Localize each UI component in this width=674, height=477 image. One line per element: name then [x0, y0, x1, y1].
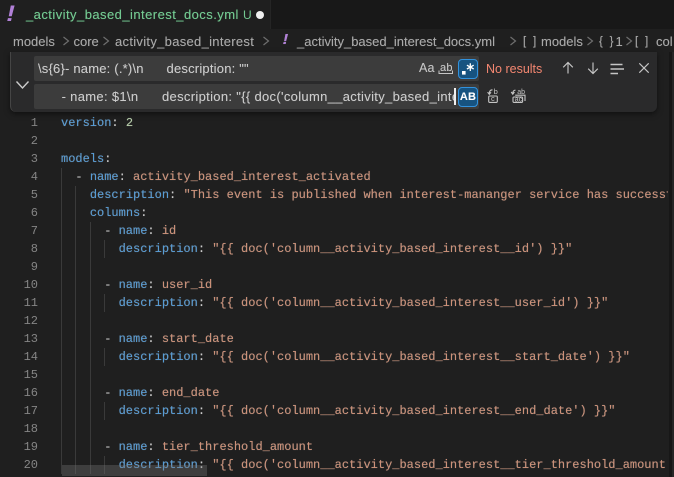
svg-text:ac: ac	[515, 97, 523, 104]
svg-text:c: c	[491, 94, 495, 103]
svg-text:ab: ab	[440, 62, 453, 74]
